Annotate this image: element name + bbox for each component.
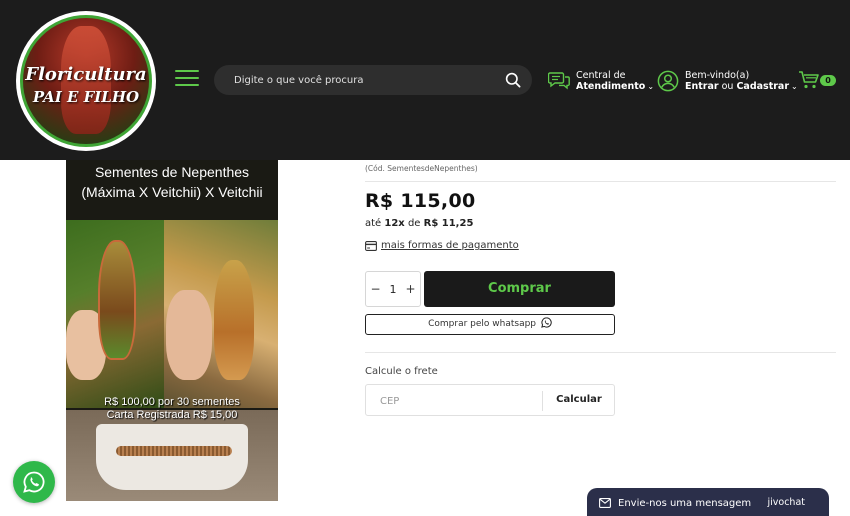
support-line2: Atendimento — [576, 81, 646, 92]
store-logo[interactable]: Floricultura PAI E FILHO — [16, 11, 156, 151]
pitcher-left — [98, 240, 136, 360]
pitcher-right — [214, 260, 254, 380]
cart-button[interactable]: 0 — [798, 70, 838, 92]
divider — [365, 181, 836, 182]
seeds-photo — [66, 410, 278, 501]
chat-message: Envie-nos uma mensagem — [618, 497, 752, 509]
shipping-label: Calcule o frete — [365, 366, 438, 377]
payment-options-label[interactable]: mais formas de pagamento — [381, 240, 519, 251]
calculate-shipping-button[interactable]: Calcular — [543, 385, 615, 415]
installment-info: até 12x de R$ 11,25 — [365, 218, 473, 229]
installment-value: R$ 11,25 — [423, 218, 474, 229]
logo-image: Floricultura PAI E FILHO — [20, 15, 152, 147]
product-image-title: Sementes de Nepenthes (Máxima X Veitchii… — [66, 160, 278, 220]
product-sku: (Cód. SementesdeNepenthes) — [365, 164, 478, 173]
whatsapp-icon — [541, 317, 552, 328]
login-or-text: ou — [718, 81, 737, 92]
search-bar — [214, 65, 532, 95]
logo-text-line2: PAI E FILHO — [32, 88, 140, 106]
quantity-decrease-button[interactable]: − — [370, 282, 380, 296]
whatsapp-buy-button[interactable]: Comprar pelo whatsapp — [365, 314, 615, 335]
seeds-pile — [116, 446, 232, 456]
installment-prefix: até — [365, 218, 385, 229]
product-image-caption: R$ 100,00 por 30 sementes Carta Registra… — [66, 396, 278, 422]
register-link[interactable]: Cadastrar — [736, 81, 789, 92]
product-image-title-line2: (Máxima X Veitchii) X Veitchii — [81, 184, 263, 200]
chat-widget[interactable]: Envie-nos uma mensagem jivochat — [587, 488, 829, 516]
credit-card-icon — [365, 240, 377, 251]
quantity-increase-button[interactable]: + — [405, 282, 415, 296]
login-link[interactable]: Entrar — [685, 81, 719, 92]
payment-options-link[interactable]: mais formas de pagamento — [365, 240, 519, 251]
support-menu[interactable]: Central de Atendimento ⌄ — [548, 70, 654, 92]
chat-brand: jivochat — [767, 497, 805, 508]
account-menu[interactable]: Bem-vindo(a) Entrar ou Cadastrar ⌄ — [657, 70, 798, 92]
page: Floricultura PAI E FILHO Central de — [0, 0, 850, 516]
product-image[interactable]: Sementes de Nepenthes (Máxima X Veitchii… — [66, 160, 278, 501]
envelope-icon — [599, 498, 611, 508]
user-icon — [657, 70, 679, 92]
hand-right — [166, 290, 212, 380]
quantity-stepper: − 1 + — [365, 271, 421, 307]
hamburger-menu-icon[interactable] — [175, 70, 199, 90]
search-input[interactable] — [234, 71, 494, 89]
cep-input[interactable] — [380, 393, 530, 409]
chevron-down-icon: ⌄ — [647, 82, 655, 91]
whatsapp-icon — [23, 471, 45, 493]
logo-text-line1: Floricultura — [25, 64, 147, 85]
chat-support-icon — [548, 72, 570, 90]
product-image-title-line1: Sementes de Nepenthes — [94, 164, 250, 180]
quantity-value[interactable]: 1 — [389, 283, 396, 296]
site-header: Floricultura PAI E FILHO Central de — [0, 0, 850, 160]
support-line1: Central de — [576, 70, 626, 81]
search-icon[interactable] — [505, 72, 521, 88]
seeds-paper — [96, 424, 248, 490]
installment-mid: de — [404, 218, 424, 229]
welcome-text: Bem-vindo(a) — [685, 70, 750, 81]
buy-button[interactable]: Comprar — [424, 271, 615, 307]
whatsapp-float-button[interactable] — [13, 461, 55, 503]
cep-field: Calcular — [365, 384, 615, 416]
product-image-caption-line2: Carta Registrada R$ 15,00 — [106, 409, 238, 421]
cart-count-badge: 0 — [820, 75, 836, 86]
product-image-caption-line1: R$ 100,00 por 30 sementes — [104, 396, 240, 408]
chevron-down-icon: ⌄ — [791, 82, 798, 91]
cart-icon — [799, 71, 819, 89]
installment-count: 12x — [384, 218, 405, 229]
product-price: R$ 115,00 — [365, 190, 476, 212]
whatsapp-buy-label: Comprar pelo whatsapp — [428, 319, 537, 329]
divider — [365, 352, 836, 353]
